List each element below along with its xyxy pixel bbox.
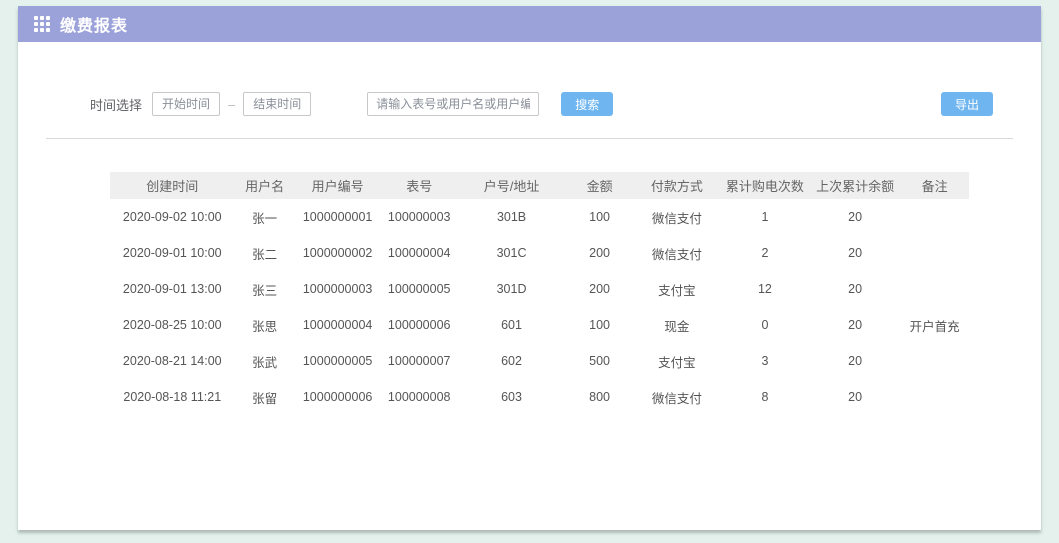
table-cell: 20	[810, 343, 900, 379]
table-row: 2020-08-21 14:00张武1000000005100000007602…	[110, 343, 969, 379]
table-cell: 现金	[634, 307, 720, 343]
table-cell: 微信支付	[634, 199, 720, 235]
table-body: 2020-09-02 10:00张一1000000001100000003301…	[110, 199, 969, 415]
table-cell	[900, 343, 969, 379]
table-cell: 2020-09-01 10:00	[110, 235, 235, 271]
table-cell: 100000004	[381, 235, 458, 271]
table-cell	[900, 235, 969, 271]
table-cell: 1000000003	[295, 271, 381, 307]
date-range-separator: –	[228, 97, 235, 112]
table-cell: 1000000006	[295, 379, 381, 415]
report-table: 创建时间用户名用户编号表号户号/地址金额付款方式累计购电次数上次累计余额备注 2…	[110, 172, 969, 415]
table-cell: 张三	[235, 271, 295, 307]
table-cell: 100000008	[381, 379, 458, 415]
table-cell: 2	[720, 235, 810, 271]
table-header: 创建时间用户名用户编号表号户号/地址金额付款方式累计购电次数上次累计余额备注	[110, 172, 969, 199]
filter-bar: 时间选择 – 搜索 导出	[46, 92, 1013, 116]
column-header: 表号	[381, 172, 458, 199]
grid-icon	[34, 16, 50, 32]
table-cell: 200	[565, 271, 634, 307]
column-header: 付款方式	[634, 172, 720, 199]
table-cell: 张思	[235, 307, 295, 343]
table-cell: 1000000004	[295, 307, 381, 343]
table-cell: 100000005	[381, 271, 458, 307]
table-cell: 20	[810, 235, 900, 271]
table-row: 2020-09-01 13:00张三1000000003100000005301…	[110, 271, 969, 307]
table-cell: 张武	[235, 343, 295, 379]
column-header: 累计购电次数	[720, 172, 810, 199]
table-cell: 301C	[458, 235, 565, 271]
table-cell: 500	[565, 343, 634, 379]
table-cell: 602	[458, 343, 565, 379]
search-button[interactable]: 搜索	[561, 92, 613, 116]
table-row: 2020-08-18 11:21张留1000000006100000008603…	[110, 379, 969, 415]
table-cell: 1000000005	[295, 343, 381, 379]
column-header: 用户编号	[295, 172, 381, 199]
column-header: 创建时间	[110, 172, 235, 199]
table-cell: 张二	[235, 235, 295, 271]
table-cell	[900, 379, 969, 415]
report-card: 缴费报表 时间选择 – 搜索 导出 创建时间用户名用户编号表号户号/地址金额付款…	[18, 6, 1041, 530]
table-cell: 603	[458, 379, 565, 415]
table-cell: 200	[565, 235, 634, 271]
table-cell: 100	[565, 199, 634, 235]
column-header: 备注	[900, 172, 969, 199]
table-cell: 8	[720, 379, 810, 415]
table-cell	[900, 271, 969, 307]
table-cell: 601	[458, 307, 565, 343]
table-cell: 2020-09-02 10:00	[110, 199, 235, 235]
table-cell: 100000003	[381, 199, 458, 235]
table-cell: 2020-08-21 14:00	[110, 343, 235, 379]
table-cell: 301B	[458, 199, 565, 235]
table-cell: 100000006	[381, 307, 458, 343]
table-cell: 1000000001	[295, 199, 381, 235]
table-row: 2020-09-01 10:00张二1000000002100000004301…	[110, 235, 969, 271]
table-cell: 微信支付	[634, 235, 720, 271]
table-cell: 20	[810, 271, 900, 307]
table-cell: 0	[720, 307, 810, 343]
table-row: 2020-08-25 10:00张思1000000004100000006601…	[110, 307, 969, 343]
table-cell: 支付宝	[634, 271, 720, 307]
table-cell: 20	[810, 379, 900, 415]
report-table-container: 创建时间用户名用户编号表号户号/地址金额付款方式累计购电次数上次累计余额备注 2…	[110, 172, 969, 415]
table-cell: 800	[565, 379, 634, 415]
search-input[interactable]	[367, 92, 539, 116]
column-header: 户号/地址	[458, 172, 565, 199]
column-header: 上次累计余额	[810, 172, 900, 199]
table-cell: 支付宝	[634, 343, 720, 379]
table-cell: 开户首充	[900, 307, 969, 343]
table-cell: 1000000002	[295, 235, 381, 271]
table-cell: 张一	[235, 199, 295, 235]
table-cell: 微信支付	[634, 379, 720, 415]
table-cell: 100000007	[381, 343, 458, 379]
table-row: 2020-09-02 10:00张一1000000001100000003301…	[110, 199, 969, 235]
time-select-label: 时间选择	[90, 95, 142, 114]
column-header: 金额	[565, 172, 634, 199]
table-cell: 张留	[235, 379, 295, 415]
page-title: 缴费报表	[60, 12, 128, 36]
table-cell: 2020-09-01 13:00	[110, 271, 235, 307]
filter-divider	[46, 138, 1013, 139]
table-cell: 1	[720, 199, 810, 235]
card-header: 缴费报表	[18, 6, 1041, 42]
table-cell: 20	[810, 307, 900, 343]
table-cell: 3	[720, 343, 810, 379]
table-cell: 2020-08-25 10:00	[110, 307, 235, 343]
column-header: 用户名	[235, 172, 295, 199]
export-button[interactable]: 导出	[941, 92, 993, 116]
end-time-input[interactable]	[243, 92, 311, 116]
start-time-input[interactable]	[152, 92, 220, 116]
table-cell: 20	[810, 199, 900, 235]
table-cell: 100	[565, 307, 634, 343]
table-cell: 2020-08-18 11:21	[110, 379, 235, 415]
table-cell: 301D	[458, 271, 565, 307]
table-cell: 12	[720, 271, 810, 307]
table-cell	[900, 199, 969, 235]
